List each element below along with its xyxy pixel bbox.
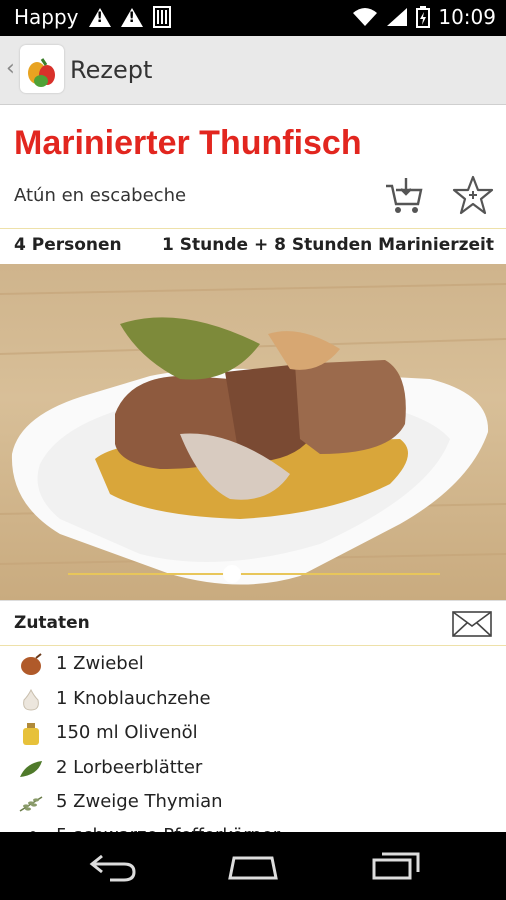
ingredient-text: 150 ml Olivenöl xyxy=(56,722,198,743)
oil-icon xyxy=(23,723,39,745)
ingredient-item: 1 Zwiebel xyxy=(0,648,506,682)
recipe-title: Marinierter Thunfisch xyxy=(14,124,362,162)
ingredient-item: 150 ml Olivenöl xyxy=(0,717,506,751)
sim-icon xyxy=(152,6,171,28)
recipe-photo[interactable] xyxy=(0,264,506,600)
app-bar: ‹ Rezept xyxy=(0,36,506,105)
ingredient-text: 5 Zweige Thymian xyxy=(56,791,223,812)
ingredients-header: Zutaten xyxy=(0,600,506,646)
wifi-icon xyxy=(353,8,378,26)
carrier-label: Happy xyxy=(14,5,79,29)
favorite-star-icon[interactable] xyxy=(452,174,494,216)
onion-icon xyxy=(21,653,42,675)
navigation-bar xyxy=(0,832,506,900)
warning-icon xyxy=(88,7,111,27)
app-logo[interactable] xyxy=(20,45,64,93)
warning-icon xyxy=(120,7,143,27)
ingredient-text: 1 Knoblauchzehe xyxy=(56,688,211,709)
bayleaf-icon xyxy=(20,761,42,777)
home-icon[interactable] xyxy=(226,854,280,880)
thyme-icon xyxy=(19,796,43,812)
clock: 10:09 xyxy=(438,5,496,29)
servings-label: 4 Personen xyxy=(14,235,122,255)
ingredient-text: 1 Zwiebel xyxy=(56,653,144,674)
battery-icon xyxy=(416,6,431,28)
app-bar-title: Rezept xyxy=(70,56,153,84)
time-label: 1 Stunde + 8 Stunden Marinierzeit xyxy=(162,235,494,255)
mail-icon[interactable] xyxy=(452,611,492,637)
ingredients-heading: Zutaten xyxy=(14,613,90,633)
signal-icon xyxy=(387,8,408,26)
recent-apps-icon[interactable] xyxy=(370,850,422,882)
back-chevron-icon[interactable]: ‹ xyxy=(6,56,15,81)
ingredient-item: 5 Zweige Thymian xyxy=(0,786,506,820)
ingredient-item: 2 Lorbeerblätter xyxy=(0,752,506,786)
status-bar: Happy 10:09 xyxy=(0,0,506,36)
ingredient-item: 1 Knoblauchzehe xyxy=(0,683,506,717)
recipe-subtitle: Atún en escabeche xyxy=(14,185,187,206)
add-to-cart-icon[interactable] xyxy=(384,176,424,216)
recipe-meta-row: 4 Personen 1 Stunde + 8 Stunden Marinier… xyxy=(0,228,506,263)
garlic-icon xyxy=(23,688,39,711)
ingredient-text: 2 Lorbeerblätter xyxy=(56,757,203,778)
back-icon[interactable] xyxy=(88,852,138,882)
